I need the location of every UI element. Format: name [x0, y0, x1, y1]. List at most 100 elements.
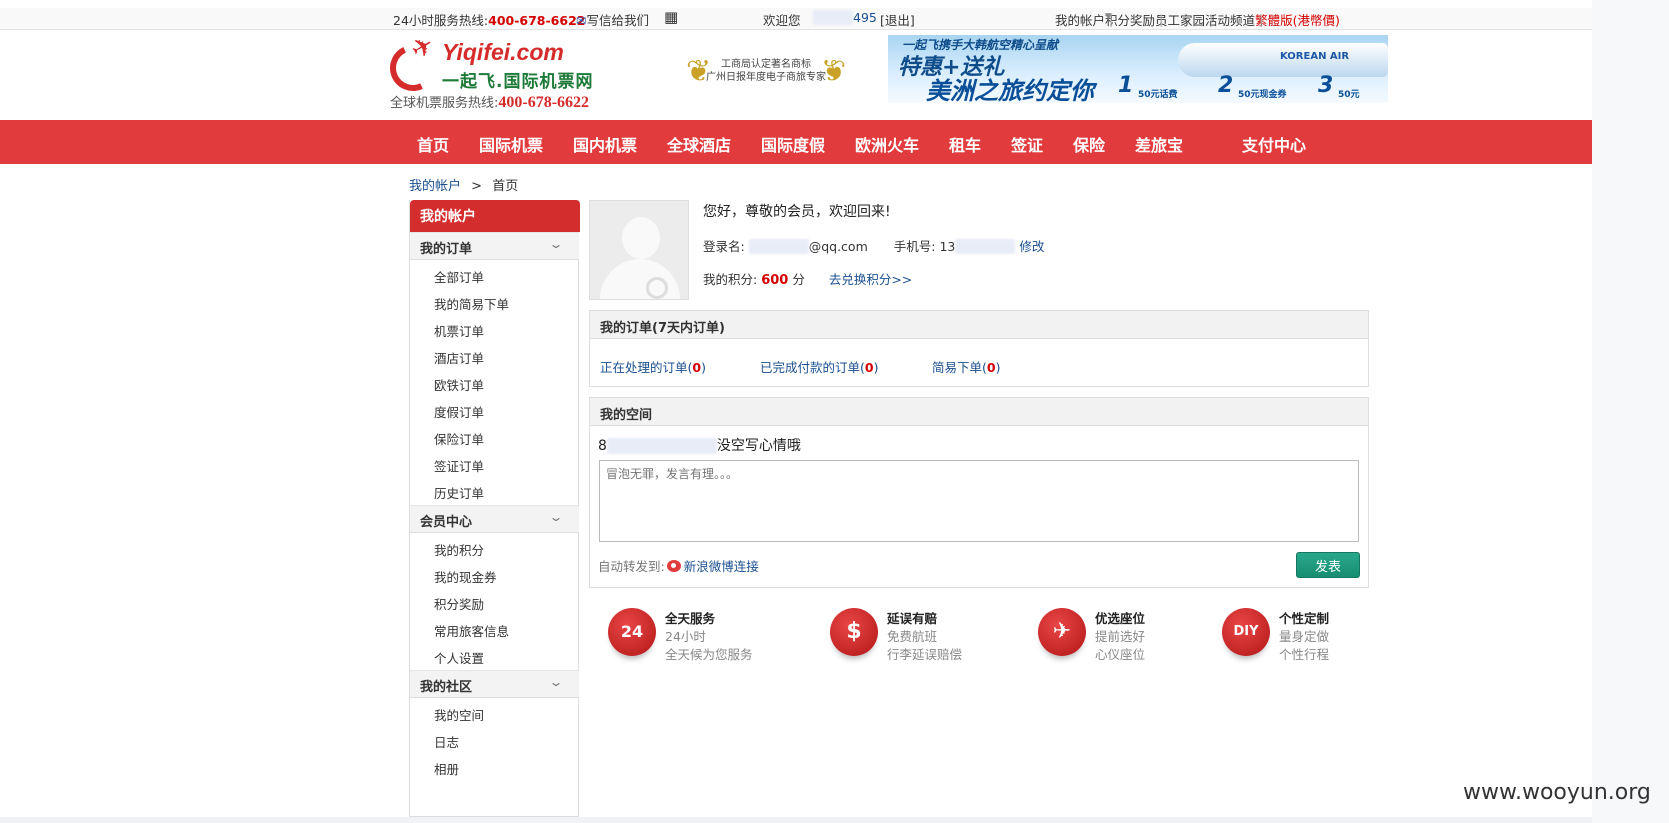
- breadcrumb-root[interactable]: 我的帐户: [409, 179, 461, 194]
- username-tail[interactable]: 495: [853, 10, 877, 25]
- header-hotline-number: 400-678-6622: [498, 94, 590, 111]
- sidebar-item-rail-orders[interactable]: 欧铁订单: [434, 375, 484, 394]
- qrcode-icon[interactable]: ▦: [664, 8, 678, 26]
- nav-holidays[interactable]: 国际度假: [761, 132, 825, 156]
- sidebar-item-points-rewards[interactable]: 积分奖励: [434, 594, 484, 613]
- my-account-link[interactable]: 我的帐户: [1055, 13, 1105, 28]
- points-info: 我的积分: 600 分 去兑换积分>>: [703, 269, 912, 288]
- order-processing-link[interactable]: 正在处理的订单(0): [600, 357, 706, 376]
- sidebar-item-cash-coupons[interactable]: 我的现金券: [434, 567, 497, 586]
- logout-link[interactable]: [退出]: [880, 10, 915, 29]
- greeting: 您好，尊敬的会员，欢迎回来!: [703, 204, 891, 220]
- nav-intl-flights[interactable]: 国际机票: [479, 132, 543, 156]
- feature-title: 个性定制: [1279, 611, 1330, 626]
- nav-insurance[interactable]: 保险: [1073, 132, 1105, 156]
- orders-panel-title: 我的订单(7天内订单): [590, 311, 1368, 339]
- sidebar-item-holiday-orders[interactable]: 度假订单: [434, 402, 484, 421]
- login-info: 登录名: xxxxx@qq.com 手机号: 13xxxxx 修改: [703, 236, 1044, 255]
- watermark: www.wooyun.org: [1463, 780, 1651, 805]
- sidebar-item-hotel-orders[interactable]: 酒店订单: [434, 348, 484, 367]
- nav-travel-treasure[interactable]: 差旅宝: [1135, 132, 1183, 156]
- mail-link-text[interactable]: 写信给我们: [586, 13, 649, 28]
- clock-24-icon: 24: [608, 608, 656, 656]
- header-hotline-label: 全球机票服务热线:: [390, 96, 499, 111]
- feature-title: 优选座位: [1095, 611, 1146, 626]
- exchange-points-link[interactable]: 去兑换积分>>: [829, 272, 912, 287]
- nav-payment-center[interactable]: 支付中心: [1242, 132, 1306, 156]
- nav-euro-rail[interactable]: 欧洲火车: [855, 132, 919, 156]
- breadcrumb-separator: >: [471, 179, 483, 194]
- banner-line3: 美洲之旅约定你: [926, 77, 1094, 103]
- nav-home[interactable]: 首页: [417, 132, 449, 156]
- top-links: 我的帐户 ▼ | 积分奖励 | 员工家园 | 活动频道 | 繁體版(港幣價): [1055, 12, 1340, 28]
- avatar[interactable]: [589, 200, 689, 300]
- login-value: @qq.com: [808, 239, 868, 254]
- promo-banner[interactable]: KOREAN AIR 一起飞携手大韩航空精心呈献 特惠+送礼 美洲之旅约定你 1…: [888, 35, 1388, 103]
- logo-subtitle: 一起飞.国际机票网: [442, 72, 594, 92]
- chevron-down-icon[interactable]: ⌄: [548, 237, 563, 251]
- nav-hotels[interactable]: 全球酒店: [667, 132, 731, 156]
- submit-button[interactable]: 发表: [1296, 552, 1360, 578]
- sidebar-item-frequent-travelers[interactable]: 常用旅客信息: [434, 621, 509, 640]
- breadcrumb-current: 首页: [492, 179, 519, 194]
- order-link-label[interactable]: 已完成付款的订单: [760, 360, 860, 375]
- feature-title: 全天服务: [665, 611, 716, 626]
- camera-icon: [646, 277, 668, 299]
- traditional-version-link[interactable]: 繁體版(港幣價): [1255, 13, 1340, 28]
- hotline-number: 400-678-6622: [488, 13, 586, 28]
- sidebar-section-community[interactable]: 我的社区 ⌄: [410, 670, 579, 698]
- logo-brand: Yiqifei.com: [442, 39, 564, 65]
- chevron-down-icon[interactable]: ⌄: [548, 510, 563, 524]
- mail-icon: ✉: [576, 13, 587, 28]
- breadcrumb: 我的帐户 > 首页: [409, 175, 518, 194]
- banner-coupon-2-text: 50元现金券: [1238, 90, 1287, 100]
- banner-coupon-3: 3 50元: [1318, 73, 1360, 100]
- feature-desc: 个性行程: [1279, 647, 1330, 662]
- sidebar-item-settings[interactable]: 个人设置: [434, 648, 484, 667]
- page-margin-right: [1592, 0, 1669, 823]
- status-message: 8xxxxxxx没空写心情哦: [598, 435, 801, 455]
- nav-car-rental[interactable]: 租车: [949, 132, 981, 156]
- sidebar-item-my-points[interactable]: 我的积分: [434, 540, 484, 559]
- sidebar-item-visa-orders[interactable]: 签证订单: [434, 456, 484, 475]
- laurel-left-icon: ❦: [686, 54, 712, 89]
- nav-domestic-flights[interactable]: 国内机票: [573, 132, 637, 156]
- page-margin-bottom: [0, 817, 1592, 823]
- sidebar-item-all-orders[interactable]: 全部订单: [434, 267, 484, 286]
- sidebar-item-flight-orders[interactable]: 机票订单: [434, 321, 484, 340]
- order-simple-link[interactable]: 简易下单(0): [932, 357, 1001, 376]
- page: 24小时服务热线:400-678-6622 ✉写信给我们 ▦ 欢迎您 xxxx4…: [0, 0, 1592, 823]
- sidebar-item-my-space[interactable]: 我的空间: [434, 705, 484, 724]
- sidebar-section-label: 我的社区: [420, 680, 473, 695]
- sidebar-section-label: 我的订单: [420, 242, 473, 257]
- chevron-down-icon[interactable]: ⌄: [548, 675, 563, 689]
- status-textarea[interactable]: [599, 460, 1359, 542]
- feature-desc: 心仪座位: [1095, 647, 1146, 662]
- sidebar-section-member[interactable]: 会员中心 ⌄: [410, 505, 579, 533]
- header: ✈ Yiqifei.com 一起飞.国际机票网 全球机票服务热线:400-678…: [0, 30, 1592, 120]
- nav-visa[interactable]: 签证: [1011, 132, 1043, 156]
- order-link-label[interactable]: 简易下单: [932, 360, 982, 375]
- sidebar-item-insurance-orders[interactable]: 保险订单: [434, 429, 484, 448]
- mail-link[interactable]: ✉写信给我们: [576, 10, 649, 29]
- diy-plane-icon: DIY: [1222, 608, 1270, 656]
- orders-panel: 我的订单(7天内订单) 正在处理的订单(0) 已完成付款的订单(0) 简易下单(…: [589, 310, 1369, 387]
- sidebar: 我的帐户 我的订单 ⌄ 全部订单 我的简易下单 机票订单 酒店订单 欧铁订单 度假…: [409, 200, 580, 817]
- username[interactable]: xxxx495: [813, 10, 877, 25]
- order-link-label[interactable]: 正在处理的订单: [600, 360, 688, 375]
- weibo-connect-link[interactable]: 新浪微博连接: [684, 559, 759, 574]
- sidebar-item-album[interactable]: 相册: [434, 759, 459, 778]
- feature-24h: 24 全天服务 24小时 全天候为您服务: [608, 606, 768, 666]
- order-paid-link[interactable]: 已完成付款的订单(0): [760, 357, 879, 376]
- sidebar-item-simple-orders[interactable]: 我的简易下单: [434, 294, 509, 313]
- sidebar-section-orders[interactable]: 我的订单 ⌄: [410, 232, 579, 260]
- sidebar-item-history-orders[interactable]: 历史订单: [434, 483, 484, 502]
- status-text: 没空写心情哦: [716, 438, 801, 454]
- welcome-text: 欢迎您: [763, 13, 801, 28]
- site-logo[interactable]: ✈ Yiqifei.com 一起飞.国际机票网 全球机票服务热线:400-678…: [383, 30, 610, 113]
- edit-phone-link[interactable]: 修改: [1019, 239, 1044, 254]
- banner-coupon-3-text: 50元: [1338, 90, 1360, 100]
- login-label: 登录名:: [703, 239, 745, 254]
- sidebar-item-blog[interactable]: 日志: [434, 732, 459, 751]
- laurel-right-icon: ❦: [820, 54, 846, 89]
